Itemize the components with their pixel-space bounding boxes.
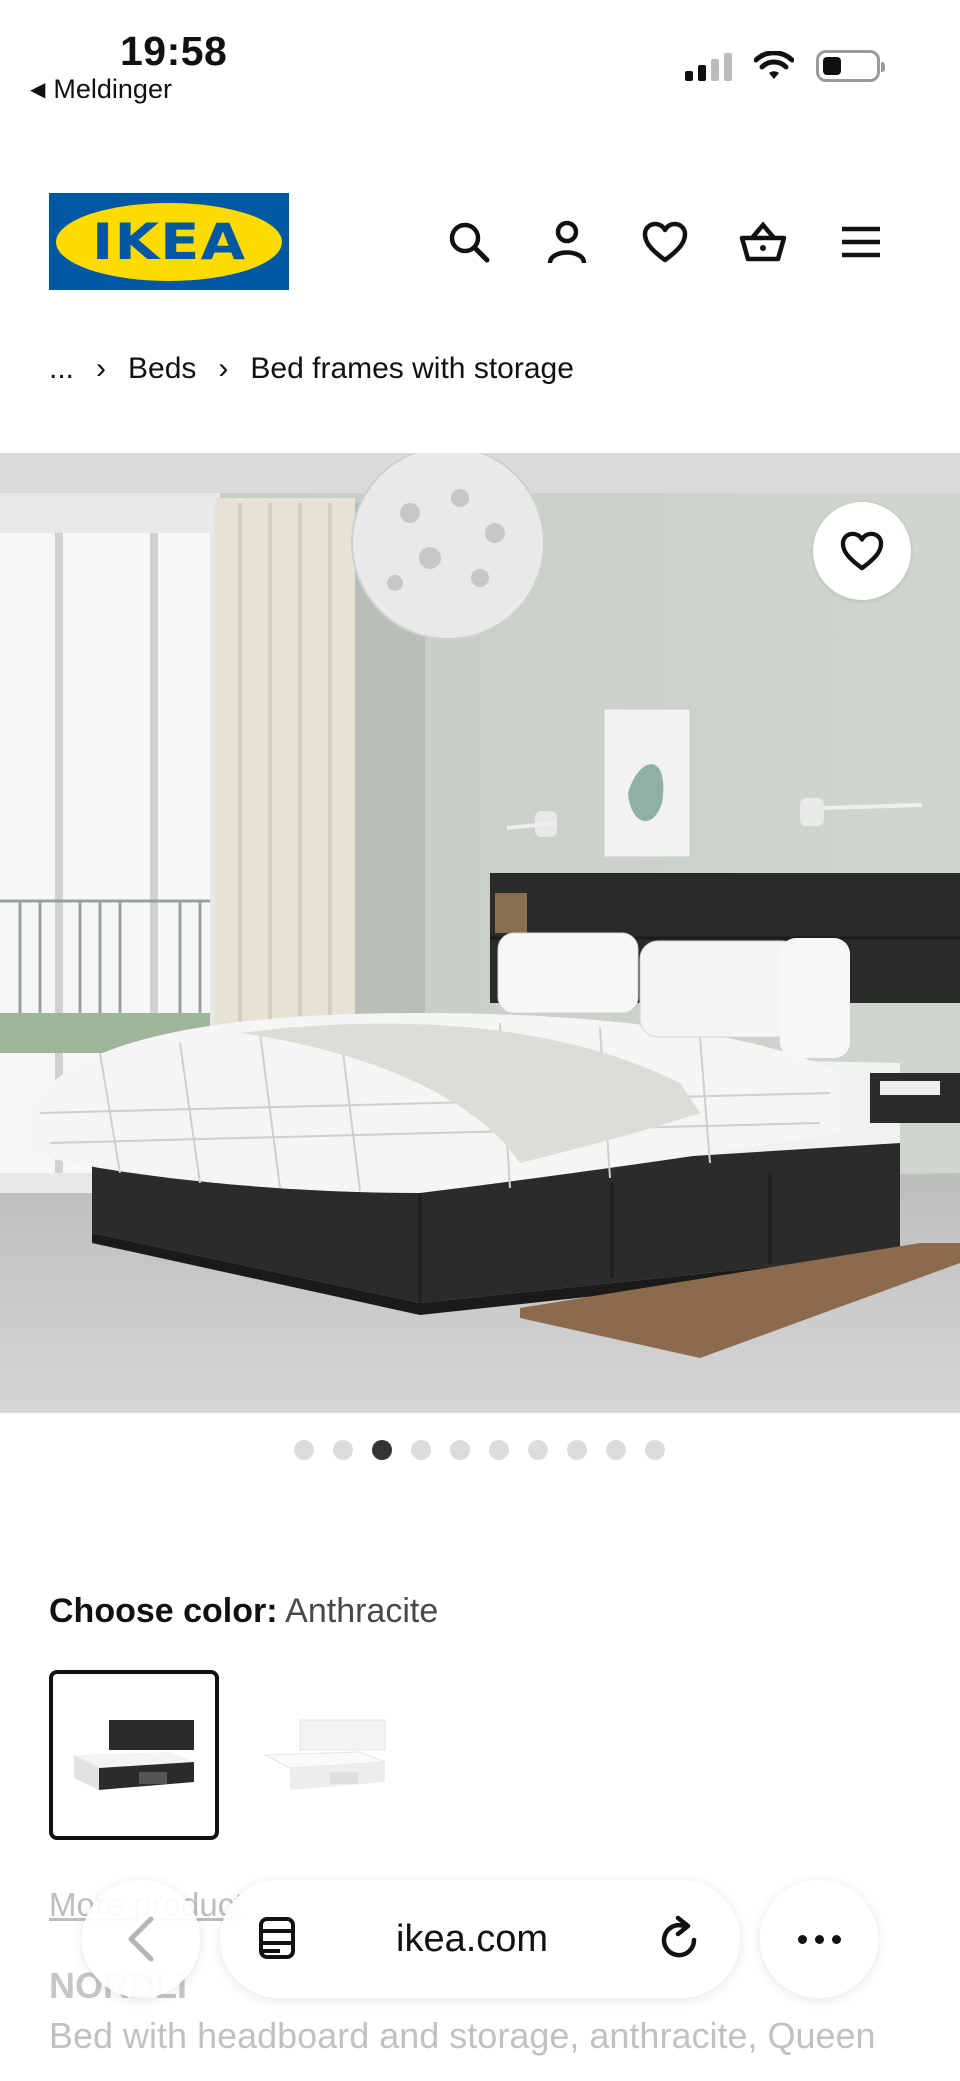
carousel-dot[interactable] — [645, 1440, 665, 1460]
carousel-dot[interactable] — [450, 1440, 470, 1460]
carousel-dot[interactable] — [606, 1440, 626, 1460]
address-bar[interactable]: ikea.com — [220, 1880, 740, 1998]
status-indicators — [685, 50, 885, 82]
heart-icon — [840, 531, 884, 571]
ikea-logo[interactable]: IKEA — [49, 193, 289, 290]
product-description: Bed with headboard and storage, anthraci… — [49, 2015, 876, 2056]
logo-wordmark: IKEA — [91, 212, 247, 271]
wifi-icon — [754, 51, 794, 79]
bed-thumbnail-white — [263, 1719, 386, 1790]
color-value: Anthracite — [285, 1592, 439, 1630]
color-chooser-label: Choose color: Anthracite — [49, 1592, 438, 1631]
back-app-label: Meldinger — [53, 74, 172, 104]
basket-icon[interactable] — [734, 213, 792, 271]
browser-back-button[interactable] — [82, 1880, 200, 1998]
user-icon[interactable] — [538, 213, 596, 271]
color-label: Choose color: — [49, 1592, 278, 1630]
breadcrumb-bed-frames[interactable]: Bed frames with storage — [250, 352, 573, 386]
ellipsis-dot — [814, 1934, 824, 1944]
reader-tabs-icon[interactable] — [258, 1916, 296, 1960]
heart-icon[interactable] — [636, 213, 694, 271]
ellipsis-dot — [831, 1934, 841, 1944]
url-text: ikea.com — [396, 1918, 549, 1960]
color-swatch-anthracite[interactable] — [49, 1670, 219, 1840]
product-image[interactable] — [0, 453, 960, 1413]
browser-toolbar: ikea.com — [82, 1880, 878, 1998]
cellular-signal-icon — [685, 51, 732, 81]
carousel-dot[interactable] — [411, 1440, 431, 1460]
header-nav — [440, 213, 890, 271]
breadcrumb-ellipsis[interactable]: ... — [49, 352, 74, 386]
breadcrumb: ... › Beds › Bed frames with storage — [49, 352, 574, 386]
back-triangle-icon: ◀ — [30, 79, 46, 101]
carousel-dot[interactable] — [294, 1440, 314, 1460]
ellipsis-icon — [797, 1934, 807, 1944]
chevron-left-icon — [128, 1916, 154, 1962]
carousel-dot[interactable] — [528, 1440, 548, 1460]
image-carousel-dots — [294, 1440, 665, 1460]
color-swatch-white[interactable] — [240, 1670, 410, 1840]
breadcrumb-beds[interactable]: Beds — [128, 352, 196, 386]
more-options-button[interactable] — [760, 1880, 878, 1998]
carousel-dot[interactable] — [333, 1440, 353, 1460]
search-icon[interactable] — [440, 213, 498, 271]
carousel-dot[interactable] — [372, 1440, 392, 1460]
carousel-dot[interactable] — [567, 1440, 587, 1460]
save-to-favorites-button[interactable] — [813, 502, 911, 600]
status-time: 19:58 — [120, 28, 228, 74]
bed-thumbnail-anthracite — [74, 1720, 194, 1790]
menu-icon[interactable] — [832, 213, 890, 271]
back-to-app-link[interactable]: ◀ Meldinger — [30, 74, 172, 105]
breadcrumb-separator: › — [218, 352, 229, 385]
carousel-dot[interactable] — [489, 1440, 509, 1460]
breadcrumb-separator: › — [96, 352, 107, 385]
reload-icon[interactable] — [658, 1914, 702, 1962]
battery-icon — [816, 50, 885, 82]
